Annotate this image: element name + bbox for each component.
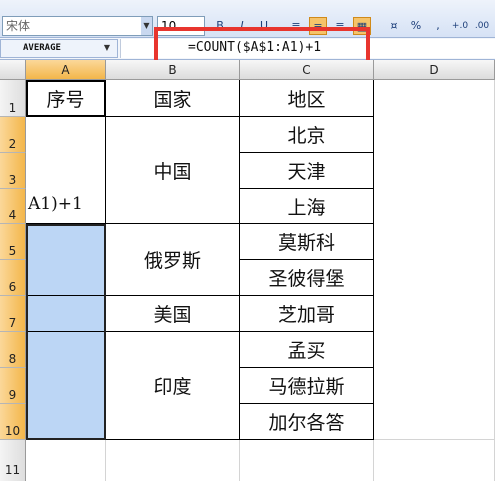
cell-region[interactable]: 加尔各答 xyxy=(240,404,374,440)
percent-icon[interactable]: % xyxy=(407,17,425,35)
row-header-10[interactable]: 10 xyxy=(0,404,26,440)
cell-region[interactable]: 上海 xyxy=(240,189,374,224)
cell-c11[interactable] xyxy=(240,440,374,481)
row-header-9[interactable]: 9 xyxy=(0,368,26,404)
font-name-box[interactable]: 宋体 xyxy=(2,16,153,36)
row-header-1[interactable]: 1 xyxy=(0,80,26,117)
cell-country-china[interactable]: 中国 xyxy=(106,117,240,224)
column-header-d[interactable]: D xyxy=(374,60,495,80)
cell-region[interactable]: 马德拉斯 xyxy=(240,368,374,404)
comma-style-icon[interactable]: , xyxy=(429,17,447,35)
active-cell-outline xyxy=(26,80,106,117)
row-header-3[interactable]: 3 xyxy=(0,153,26,189)
row-header-7[interactable]: 7 xyxy=(0,296,26,332)
column-header-b[interactable]: B xyxy=(106,60,240,80)
chevron-down-icon[interactable]: ▼ xyxy=(100,41,114,55)
decrease-decimal-icon[interactable]: .00 xyxy=(473,17,491,35)
row-header-4[interactable]: 4 xyxy=(0,189,26,224)
cell-country-india[interactable]: 印度 xyxy=(106,332,240,440)
cell-c1[interactable]: 地区 xyxy=(240,80,374,117)
chevron-down-icon[interactable]: ▼ xyxy=(141,17,152,35)
cell-b11[interactable] xyxy=(106,440,240,481)
cell-country-usa[interactable]: 美国 xyxy=(106,296,240,332)
currency-icon[interactable]: ¤ xyxy=(385,17,403,35)
cell-region[interactable]: 北京 xyxy=(240,117,374,153)
cell-b1[interactable]: 国家 xyxy=(106,80,240,117)
selection-range-border xyxy=(26,224,106,440)
row-header-8[interactable]: 8 xyxy=(0,332,26,368)
select-all-corner[interactable] xyxy=(0,60,26,80)
cell-region[interactable]: 芝加哥 xyxy=(240,296,374,332)
cell-region[interactable]: 莫斯科 xyxy=(240,224,374,260)
cell-region[interactable]: 孟买 xyxy=(240,332,374,368)
cell-region[interactable]: 圣彼得堡 xyxy=(240,260,374,296)
cell-region[interactable]: 天津 xyxy=(240,153,374,189)
row-header-6[interactable]: 6 xyxy=(0,260,26,296)
increase-decimal-icon[interactable]: +.0 xyxy=(451,17,469,35)
cell-a11[interactable] xyxy=(26,440,106,481)
cell-edit-text: A1)+1 xyxy=(28,194,83,214)
cell-d11[interactable] xyxy=(374,440,495,481)
empty-column-d[interactable] xyxy=(374,80,495,440)
column-header-a[interactable]: A xyxy=(26,60,106,80)
column-header-c[interactable]: C xyxy=(240,60,374,80)
cell-country-russia[interactable]: 俄罗斯 xyxy=(106,224,240,296)
row-header-11[interactable]: 11 xyxy=(0,440,26,481)
row-header-2[interactable]: 2 xyxy=(0,117,26,153)
row-header-5[interactable]: 5 xyxy=(0,224,26,260)
